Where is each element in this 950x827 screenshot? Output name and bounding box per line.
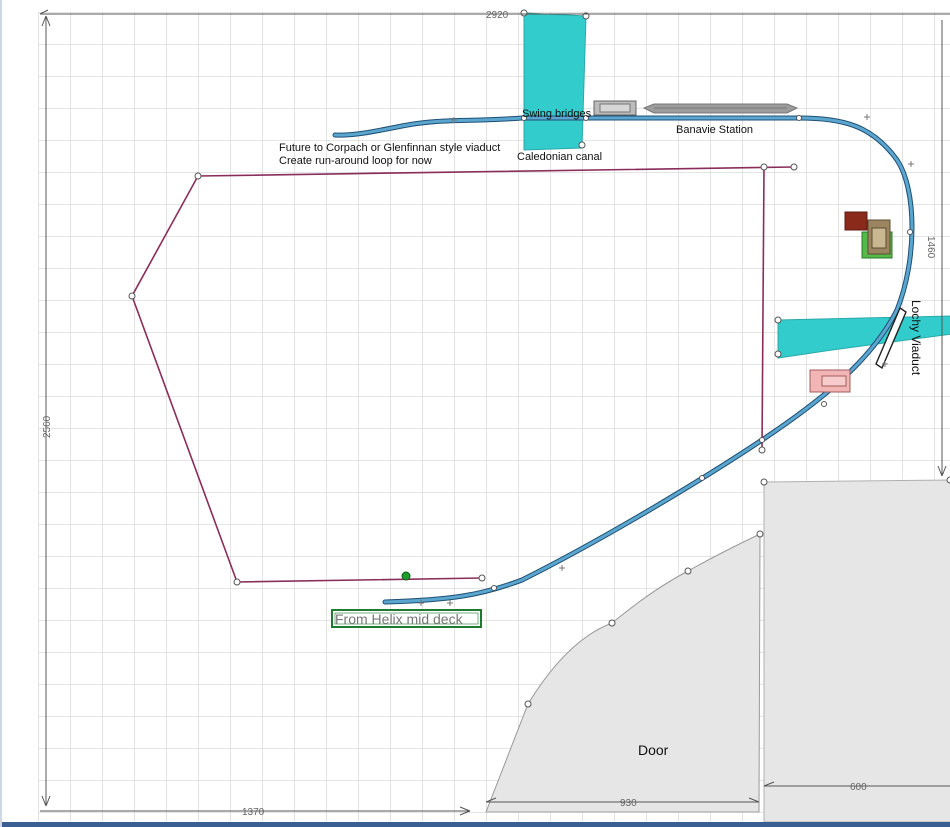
dim-left-height: 2560 [42, 415, 53, 438]
label-future-line1[interactable]: Future to Corpach or Glenfinnan style vi… [279, 142, 500, 154]
layout-drawing[interactable]: 2920 2560 1460 1370 930 600 Swing bridge… [2, 0, 950, 823]
caledonian-canal-water[interactable] [523, 12, 587, 151]
dim-bottom-middle: 930 [620, 798, 637, 809]
label-helix: From Helix mid deck [335, 611, 464, 627]
label-banavie-station[interactable]: Banavie Station [676, 124, 753, 136]
dim-bottom-left: 1370 [242, 807, 265, 818]
pink-building[interactable] [809, 369, 851, 393]
label-future-line2[interactable]: Create run-around loop for now [279, 155, 432, 167]
app-frame: 2920 2560 1460 1370 930 600 Swing bridge… [0, 0, 950, 827]
dim-bottom-right: 600 [850, 782, 867, 793]
helix-label-box[interactable]: From Helix mid deck [331, 609, 482, 628]
label-door[interactable]: Door [638, 742, 669, 758]
label-caledonian-canal[interactable]: Caledonian canal [517, 151, 602, 163]
marker-dot[interactable] [401, 571, 411, 581]
label-swing-bridges[interactable]: Swing bridges [522, 108, 592, 120]
dim-top-width: 2920 [486, 10, 509, 21]
dim-right-height: 1460 [925, 236, 936, 259]
layout-canvas[interactable]: 2920 2560 1460 1370 930 600 Swing bridge… [2, 0, 950, 823]
banavie-platform[interactable] [642, 103, 799, 114]
label-lochy-viaduct[interactable]: Lochy Viaduct [909, 300, 923, 376]
status-bar [2, 822, 950, 827]
swing-bridge-structure[interactable] [593, 100, 637, 116]
door-area[interactable] [763, 479, 950, 823]
